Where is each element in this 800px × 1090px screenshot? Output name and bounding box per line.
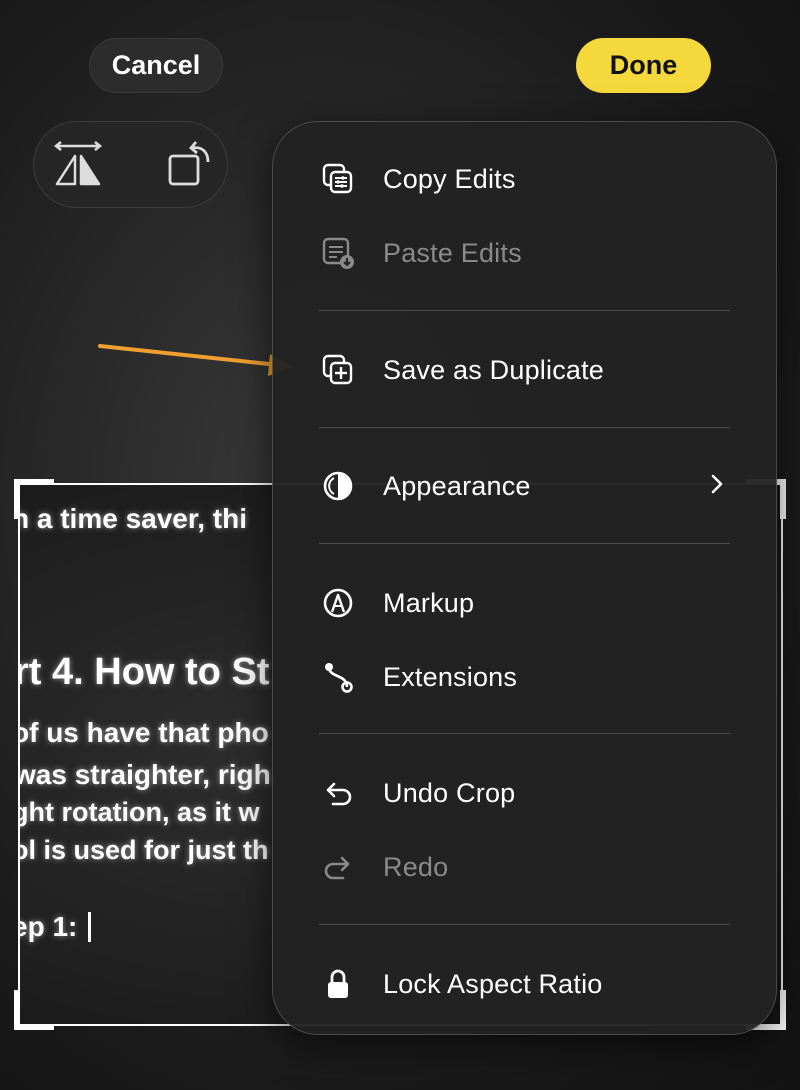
menu-item-label: Extensions: [383, 661, 518, 692]
menu-separator: [319, 733, 730, 734]
crop-handle-bottom-left[interactable]: [14, 1024, 54, 1030]
menu-separator: [319, 543, 730, 544]
crop-handle-top-left[interactable]: [14, 479, 54, 485]
menu-item-copy-edits[interactable]: Copy Edits: [273, 149, 776, 209]
annotation-arrow: [98, 344, 294, 376]
menu-item-label: Redo: [383, 851, 449, 882]
copy-edits-icon: [321, 162, 355, 196]
menu-item-extensions[interactable]: Extensions: [273, 647, 776, 707]
appearance-icon: [321, 469, 355, 503]
crop-handle-top-left-v[interactable]: [14, 479, 20, 519]
menu-item-label: Copy Edits: [383, 163, 516, 194]
menu-item-lock-aspect-ratio[interactable]: Lock Aspect Ratio: [273, 954, 776, 1014]
menu-item-label: Markup: [383, 587, 475, 618]
menu-separator: [319, 924, 730, 925]
menu-item-label: Save as Duplicate: [383, 354, 605, 385]
menu-item-label: Appearance: [383, 470, 531, 501]
paste-edits-icon: [321, 236, 355, 270]
redo-icon: [321, 850, 355, 884]
rotate-icon[interactable]: [166, 140, 214, 195]
menu-item-save-as-duplicate[interactable]: Save as Duplicate: [273, 340, 776, 400]
done-button[interactable]: Done: [576, 38, 711, 93]
cancel-button[interactable]: Cancel: [89, 38, 223, 93]
chevron-right-icon: [710, 473, 724, 500]
duplicate-icon: [321, 353, 355, 387]
menu-item-label: Undo Crop: [383, 777, 516, 808]
edit-options-menu: Copy Edits Paste Edits Save as Duplicate…: [272, 121, 777, 1035]
crop-tools-group: [33, 121, 228, 208]
menu-item-label: Lock Aspect Ratio: [383, 968, 603, 999]
crop-handle-bottom-left-v[interactable]: [14, 990, 20, 1030]
menu-item-appearance[interactable]: Appearance: [273, 456, 776, 516]
markup-icon: [321, 586, 355, 620]
menu-separator: [319, 427, 730, 428]
crop-handle-bottom-right-v[interactable]: [780, 990, 786, 1030]
extensions-icon: [321, 660, 355, 694]
menu-item-paste-edits: Paste Edits: [273, 223, 776, 283]
lock-icon: [321, 967, 355, 1001]
menu-separator: [319, 310, 730, 311]
menu-item-label: Paste Edits: [383, 237, 522, 268]
flip-horizontal-icon[interactable]: [52, 140, 104, 195]
menu-item-undo-crop[interactable]: Undo Crop: [273, 763, 776, 823]
crop-handle-top-right-v[interactable]: [780, 479, 786, 519]
menu-item-redo: Redo: [273, 837, 776, 897]
menu-item-markup[interactable]: Markup: [273, 573, 776, 633]
undo-icon: [321, 776, 355, 810]
